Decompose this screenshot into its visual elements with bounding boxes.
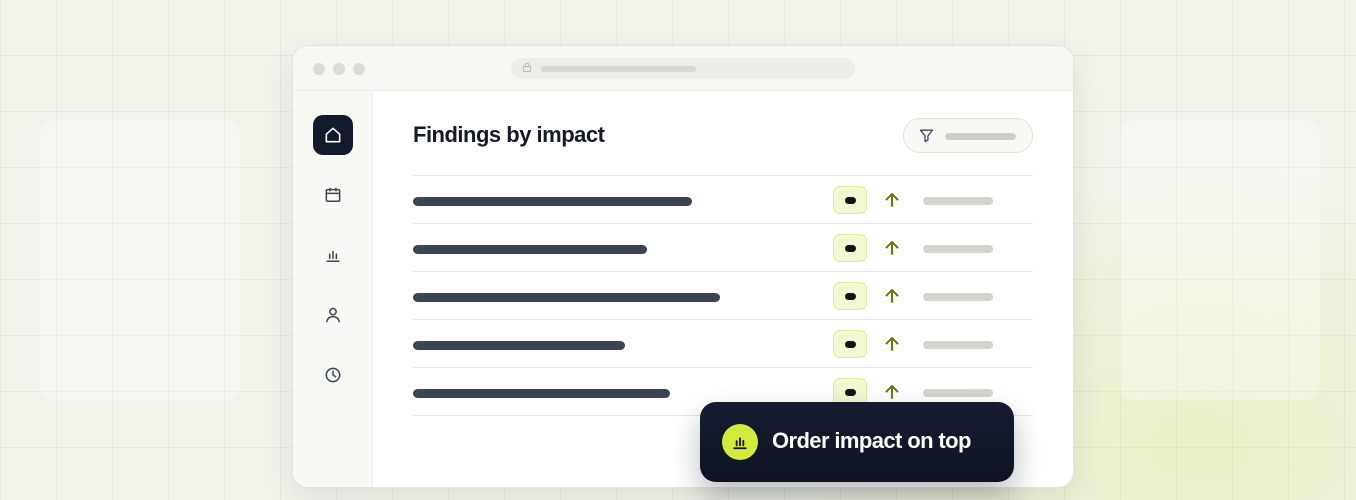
impact-badge	[833, 330, 867, 358]
arrow-up-icon	[885, 385, 899, 399]
window-dot[interactable]	[333, 63, 345, 75]
finding-title-placeholder	[413, 293, 720, 302]
address-bar[interactable]	[511, 58, 855, 79]
filter-icon	[919, 129, 934, 143]
calendar-icon	[325, 187, 341, 202]
sidebar-item-home[interactable]	[313, 115, 353, 155]
url-placeholder	[541, 66, 696, 72]
bar-chart-icon	[326, 250, 340, 262]
sidebar-item-analytics[interactable]	[313, 235, 353, 275]
bar-chart-icon	[733, 437, 747, 450]
user-icon	[326, 307, 340, 323]
table-row[interactable]	[413, 319, 1033, 367]
sidebar-item-calendar[interactable]	[313, 175, 353, 215]
lock-icon	[523, 63, 531, 72]
impact-badge	[833, 186, 867, 214]
window-dot[interactable]	[313, 63, 325, 75]
background-card-right	[1120, 120, 1320, 400]
findings-table	[413, 175, 1033, 416]
impact-badge	[833, 234, 867, 262]
sidebar	[293, 91, 373, 487]
window-dot[interactable]	[353, 63, 365, 75]
toast-icon-badge	[722, 424, 758, 460]
arrow-up-icon	[885, 241, 899, 255]
impact-badge	[833, 282, 867, 310]
arrow-up-icon	[885, 337, 899, 351]
value-placeholder	[923, 197, 993, 205]
sidebar-item-profile[interactable]	[313, 295, 353, 335]
filter-label-placeholder	[945, 133, 1016, 140]
sidebar-item-history[interactable]	[313, 355, 353, 395]
finding-title-placeholder	[413, 197, 692, 206]
home-icon	[325, 127, 341, 143]
finding-title-placeholder	[413, 389, 670, 398]
arrow-up-icon	[885, 193, 899, 207]
clock-icon	[325, 367, 341, 383]
table-row[interactable]	[413, 223, 1033, 271]
title-bar	[293, 46, 1073, 91]
background-card-left	[40, 120, 240, 400]
arrow-up-icon	[885, 289, 899, 303]
value-placeholder	[923, 245, 993, 253]
finding-title-placeholder	[413, 341, 625, 350]
table-row[interactable]	[413, 271, 1033, 319]
table-row[interactable]	[413, 175, 1033, 223]
filter-button[interactable]	[903, 118, 1033, 153]
value-placeholder	[923, 293, 993, 301]
page-title: Findings by impact	[413, 122, 605, 147]
value-placeholder	[923, 341, 993, 349]
toast-message: Order impact on top	[772, 428, 971, 453]
finding-title-placeholder	[413, 245, 647, 254]
value-placeholder	[923, 389, 993, 397]
toast-notification[interactable]: Order impact on top	[700, 402, 1014, 482]
